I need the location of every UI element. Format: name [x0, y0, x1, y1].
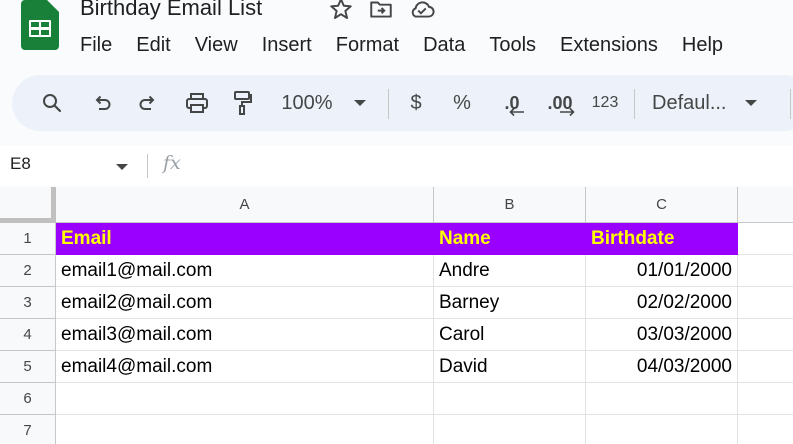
- cloud-saved-icon[interactable]: [408, 0, 435, 20]
- cell-b4[interactable]: Carol: [434, 319, 586, 351]
- menu-tools[interactable]: Tools: [481, 32, 544, 58]
- menu-view[interactable]: View: [187, 32, 246, 58]
- formula-divider: [147, 154, 148, 178]
- row-header-3[interactable]: 3: [0, 287, 56, 319]
- menu-format[interactable]: Format: [328, 32, 407, 58]
- row-header-6[interactable]: 6: [0, 383, 56, 415]
- cell-c7[interactable]: [586, 415, 738, 444]
- star-icon[interactable]: [328, 0, 354, 20]
- cell-d4[interactable]: [738, 319, 793, 351]
- toolbar-divider: [388, 89, 389, 119]
- cell-c2[interactable]: 01/01/2000: [586, 255, 738, 287]
- sheets-logo-icon[interactable]: [20, 0, 60, 52]
- row-header-5[interactable]: 5: [0, 351, 56, 383]
- chevron-down-icon: [745, 100, 758, 106]
- percent-format-button[interactable]: %: [448, 75, 476, 131]
- zoom-select[interactable]: 100%: [276, 75, 372, 131]
- undo-icon[interactable]: [86, 75, 118, 131]
- toolbar: 100% $ % .0 .00 123 Defaul...: [12, 75, 793, 131]
- row-header-4[interactable]: 4: [0, 319, 56, 351]
- formula-bar: E8 fx: [0, 146, 793, 186]
- font-name: Defaul...: [652, 91, 727, 114]
- menu-file[interactable]: File: [72, 32, 120, 58]
- row-header-1[interactable]: 1: [0, 223, 56, 255]
- decrease-decimal-button[interactable]: .0: [492, 75, 532, 131]
- menu-edit[interactable]: Edit: [128, 32, 178, 58]
- spreadsheet-app: Birthday Email List File Edit View Inser…: [0, 0, 793, 444]
- currency-format-button[interactable]: $: [402, 75, 430, 131]
- menu-bar: File Edit View Insert Format Data Tools …: [72, 32, 739, 58]
- cell-a4[interactable]: email3@mail.com: [56, 319, 434, 351]
- font-select[interactable]: Defaul...: [652, 75, 778, 131]
- cell-c3[interactable]: 02/02/2000: [586, 287, 738, 319]
- row-header-2[interactable]: 2: [0, 255, 56, 287]
- zoom-value: 100%: [281, 91, 333, 114]
- column-header-c[interactable]: C: [586, 187, 738, 223]
- cell-a3[interactable]: email2@mail.com: [56, 287, 434, 319]
- number-format-label: 123: [591, 94, 619, 111]
- toolbar-divider: [790, 89, 791, 119]
- row-header-7[interactable]: 7: [0, 415, 56, 444]
- arrow-right-icon: [560, 107, 575, 117]
- column-header-b[interactable]: B: [434, 187, 586, 223]
- name-box-dropdown-icon[interactable]: [116, 164, 128, 170]
- cell-c1[interactable]: Birthdate: [586, 223, 738, 255]
- cell-b1[interactable]: Name: [434, 223, 586, 255]
- cell-b7[interactable]: [434, 415, 586, 444]
- cell-c6[interactable]: [586, 383, 738, 415]
- menu-data[interactable]: Data: [415, 32, 473, 58]
- paint-format-icon[interactable]: [226, 75, 258, 131]
- menu-help[interactable]: Help: [674, 32, 731, 58]
- cell-d2[interactable]: [738, 255, 793, 287]
- document-title[interactable]: Birthday Email List: [80, 0, 262, 22]
- move-to-folder-icon[interactable]: [368, 0, 394, 20]
- select-all-corner[interactable]: [0, 187, 56, 223]
- name-box[interactable]: E8: [10, 154, 31, 174]
- sheet-grid: A B C 1 2 3 4 5 6 7 Email Name Birthdate…: [0, 187, 793, 444]
- cell-d3[interactable]: [738, 287, 793, 319]
- menu-insert[interactable]: Insert: [254, 32, 320, 58]
- cell-a5[interactable]: email4@mail.com: [56, 351, 434, 383]
- cell-a6[interactable]: [56, 383, 434, 415]
- cell-b5[interactable]: David: [434, 351, 586, 383]
- menu-extensions[interactable]: Extensions: [552, 32, 666, 58]
- cell-b2[interactable]: Andre: [434, 255, 586, 287]
- cell-a7[interactable]: [56, 415, 434, 444]
- cell-d1[interactable]: [738, 223, 793, 255]
- cell-d6[interactable]: [738, 383, 793, 415]
- search-menus-icon[interactable]: [36, 75, 68, 131]
- cell-c5[interactable]: 04/03/2000: [586, 351, 738, 383]
- column-header-a[interactable]: A: [56, 187, 434, 223]
- formula-input[interactable]: [200, 152, 780, 180]
- cell-b3[interactable]: Barney: [434, 287, 586, 319]
- cell-a2[interactable]: email1@mail.com: [56, 255, 434, 287]
- column-header-d[interactable]: [738, 187, 793, 223]
- arrow-left-icon: [509, 107, 524, 117]
- cell-b6[interactable]: [434, 383, 586, 415]
- title-actions: [328, 0, 435, 20]
- print-icon[interactable]: [180, 75, 214, 131]
- cell-c4[interactable]: 03/03/2000: [586, 319, 738, 351]
- cell-a1[interactable]: Email: [56, 223, 434, 255]
- redo-icon[interactable]: [132, 75, 164, 131]
- increase-decimal-button[interactable]: .00: [540, 75, 580, 131]
- cell-d5[interactable]: [738, 351, 793, 383]
- cell-d7[interactable]: [738, 415, 793, 444]
- app-header: Birthday Email List File Edit View Inser…: [0, 0, 793, 66]
- chevron-down-icon: [353, 100, 366, 106]
- more-formats-button[interactable]: 123: [588, 75, 622, 131]
- fx-icon: fx: [163, 152, 181, 174]
- toolbar-divider: [634, 89, 635, 119]
